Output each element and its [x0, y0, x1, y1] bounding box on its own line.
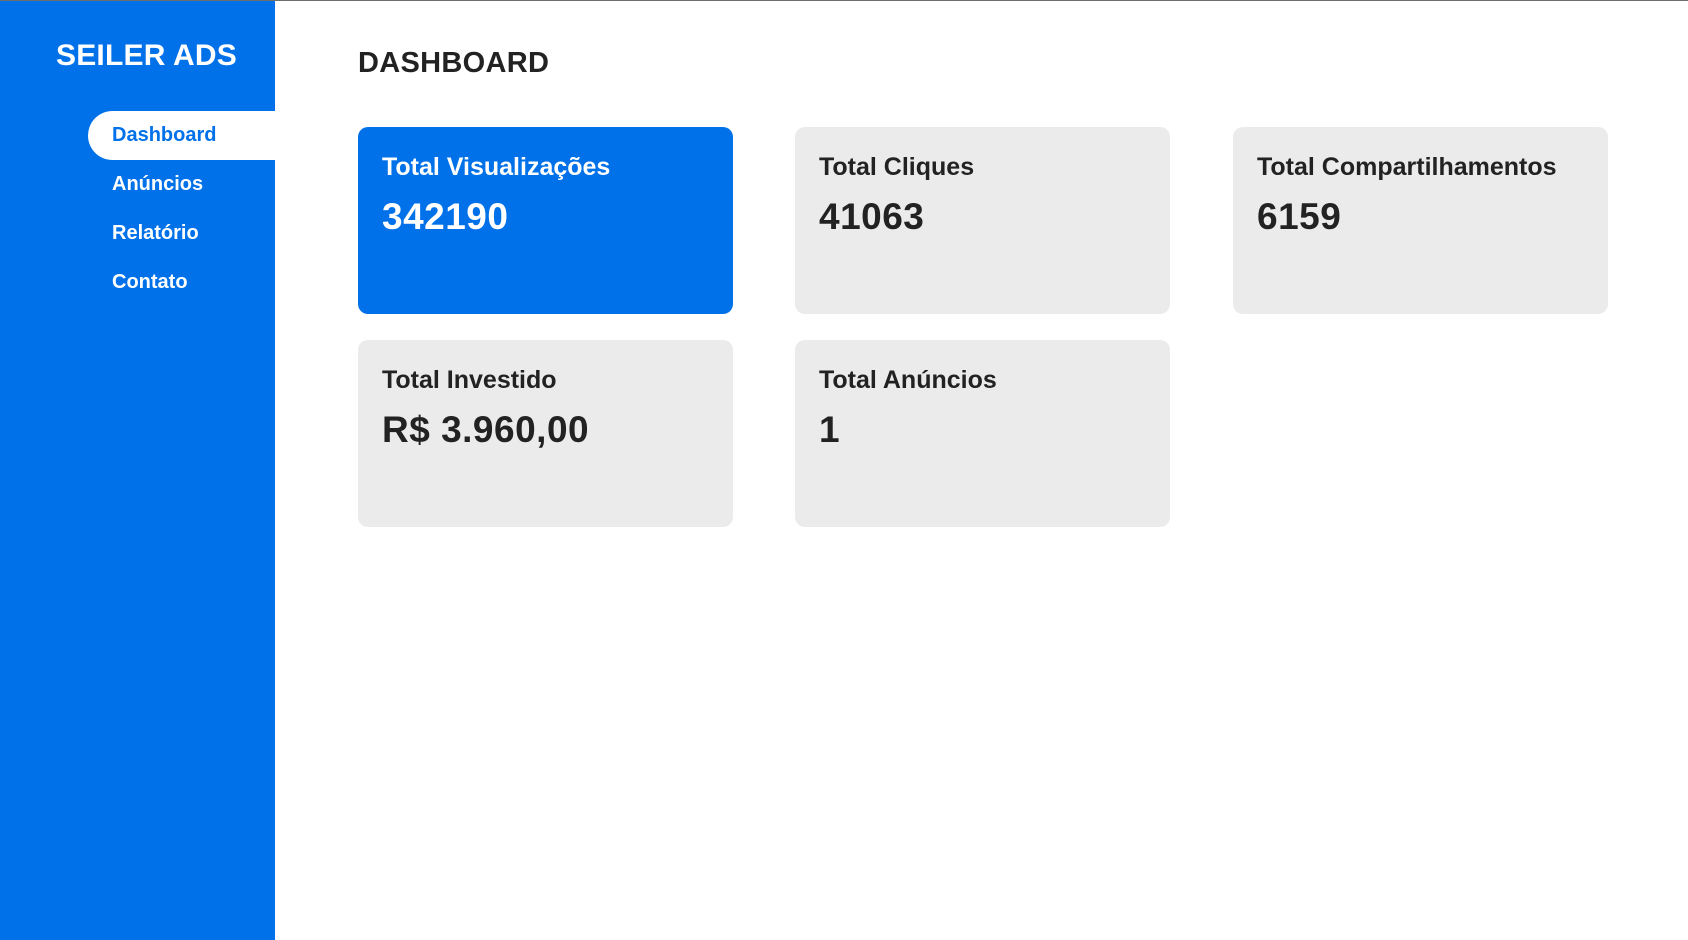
main-content: DASHBOARD Total Visualizações 342190 Tot…	[275, 1, 1688, 940]
stat-card-cliques: Total Cliques 41063	[795, 127, 1170, 314]
brand-logo[interactable]: SEILER ADS	[56, 39, 237, 73]
stat-card-investido: Total Investido R$ 3.960,00	[358, 340, 733, 527]
sidebar-item-dashboard[interactable]: Dashboard	[88, 111, 275, 160]
app-window: SEILER ADS Dashboard Anúncios Relatório …	[0, 0, 1688, 940]
stat-card-label: Total Cliques	[819, 153, 975, 181]
sidebar-item-relatorio[interactable]: Relatório	[88, 209, 275, 258]
stat-card-value: 1	[819, 409, 841, 450]
stat-card-compartilhamentos: Total Compartilhamentos 6159	[1233, 127, 1608, 314]
sidebar: SEILER ADS Dashboard Anúncios Relatório …	[0, 1, 275, 940]
stat-card-value: 41063	[819, 196, 925, 237]
sidebar-nav: Dashboard Anúncios Relatório Contato	[88, 111, 275, 307]
stat-card-value: 342190	[382, 196, 509, 237]
page-title: DASHBOARD	[358, 47, 550, 79]
stat-card-visualizacoes: Total Visualizações 342190	[358, 127, 733, 314]
stat-card-label: Total Visualizações	[382, 153, 611, 181]
stat-card-label: Total Anúncios	[819, 366, 997, 394]
stat-card-label: Total Investido	[382, 366, 557, 394]
stat-card-anuncios: Total Anúncios 1	[795, 340, 1170, 527]
sidebar-item-contato[interactable]: Contato	[88, 258, 275, 307]
stat-card-value: R$ 3.960,00	[382, 409, 590, 450]
sidebar-item-anuncios[interactable]: Anúncios	[88, 160, 275, 209]
stat-card-label: Total Compartilhamentos	[1257, 153, 1557, 181]
stat-card-value: 6159	[1257, 196, 1342, 237]
